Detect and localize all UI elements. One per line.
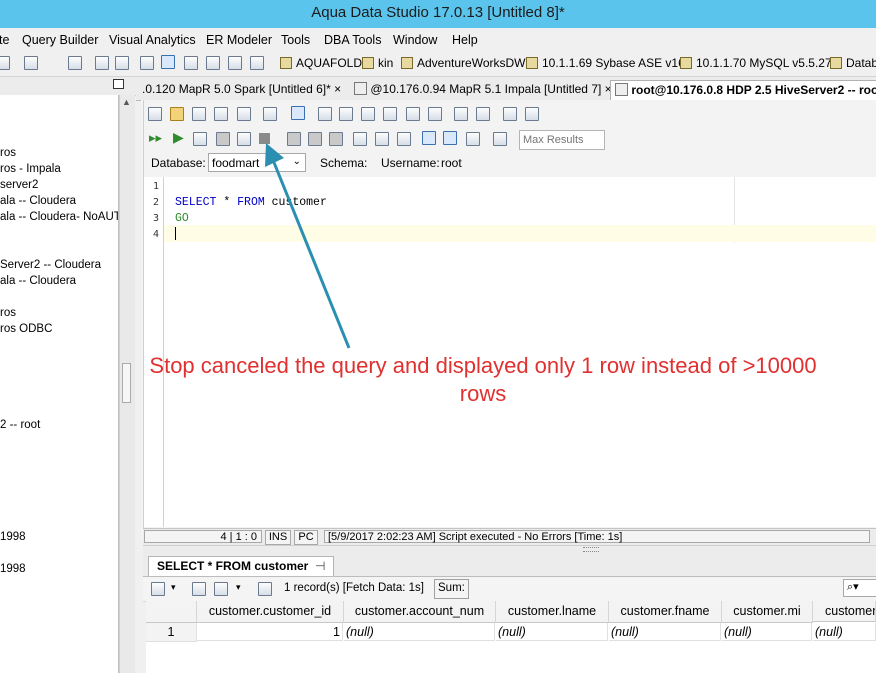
annotation-text: Stop canceled the query and displayed on… xyxy=(110,352,856,408)
annotation-line-2: rows xyxy=(459,381,507,406)
arrow-line xyxy=(271,159,351,349)
annotation-arrow xyxy=(265,143,351,349)
annotation-line-1: Stop canceled the query and displayed on… xyxy=(149,353,817,378)
